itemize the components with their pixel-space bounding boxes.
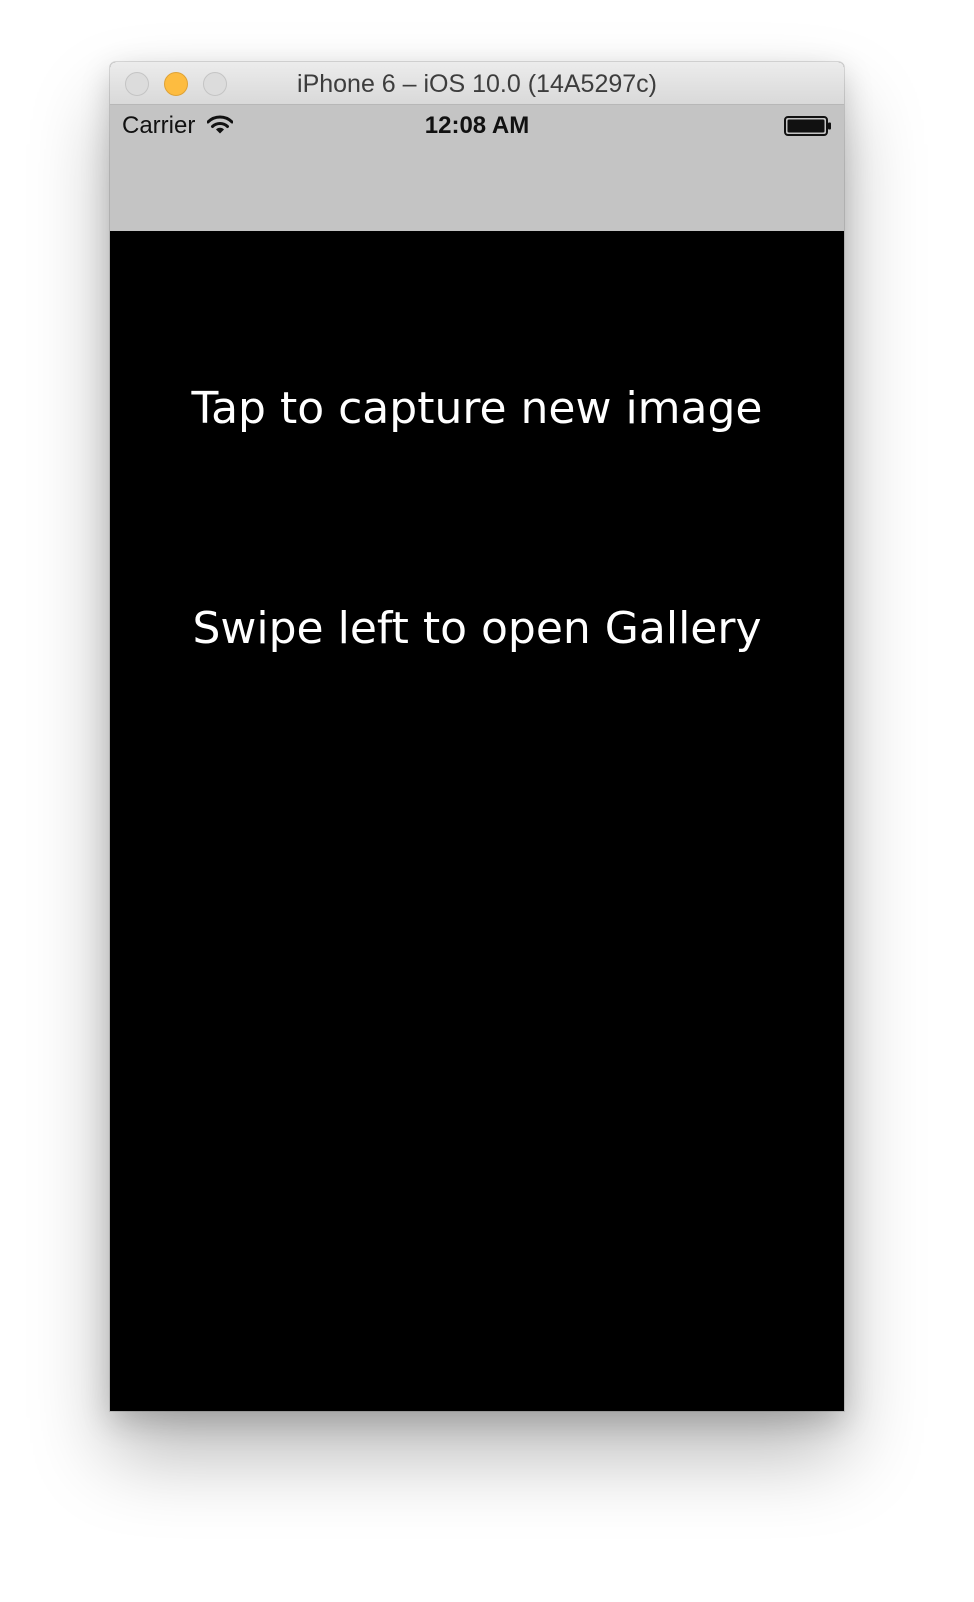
ios-status-bar: Carrier 12:08 AM: [110, 105, 844, 231]
battery-icon: [784, 116, 831, 136]
simulator-window: iPhone 6 – iOS 10.0 (14A5297c) Carrier 1…: [110, 62, 844, 1411]
window-title: iPhone 6 – iOS 10.0 (14A5297c): [297, 70, 657, 98]
tap-to-capture-hint: Tap to capture new image: [191, 383, 763, 434]
window-titlebar[interactable]: iPhone 6 – iOS 10.0 (14A5297c): [110, 62, 844, 105]
status-time: 12:08 AM: [424, 112, 530, 139]
swipe-to-gallery-hint: Swipe left to open Gallery: [192, 603, 762, 654]
camera-view[interactable]: Tap to capture new image Swipe left to o…: [110, 231, 844, 1411]
